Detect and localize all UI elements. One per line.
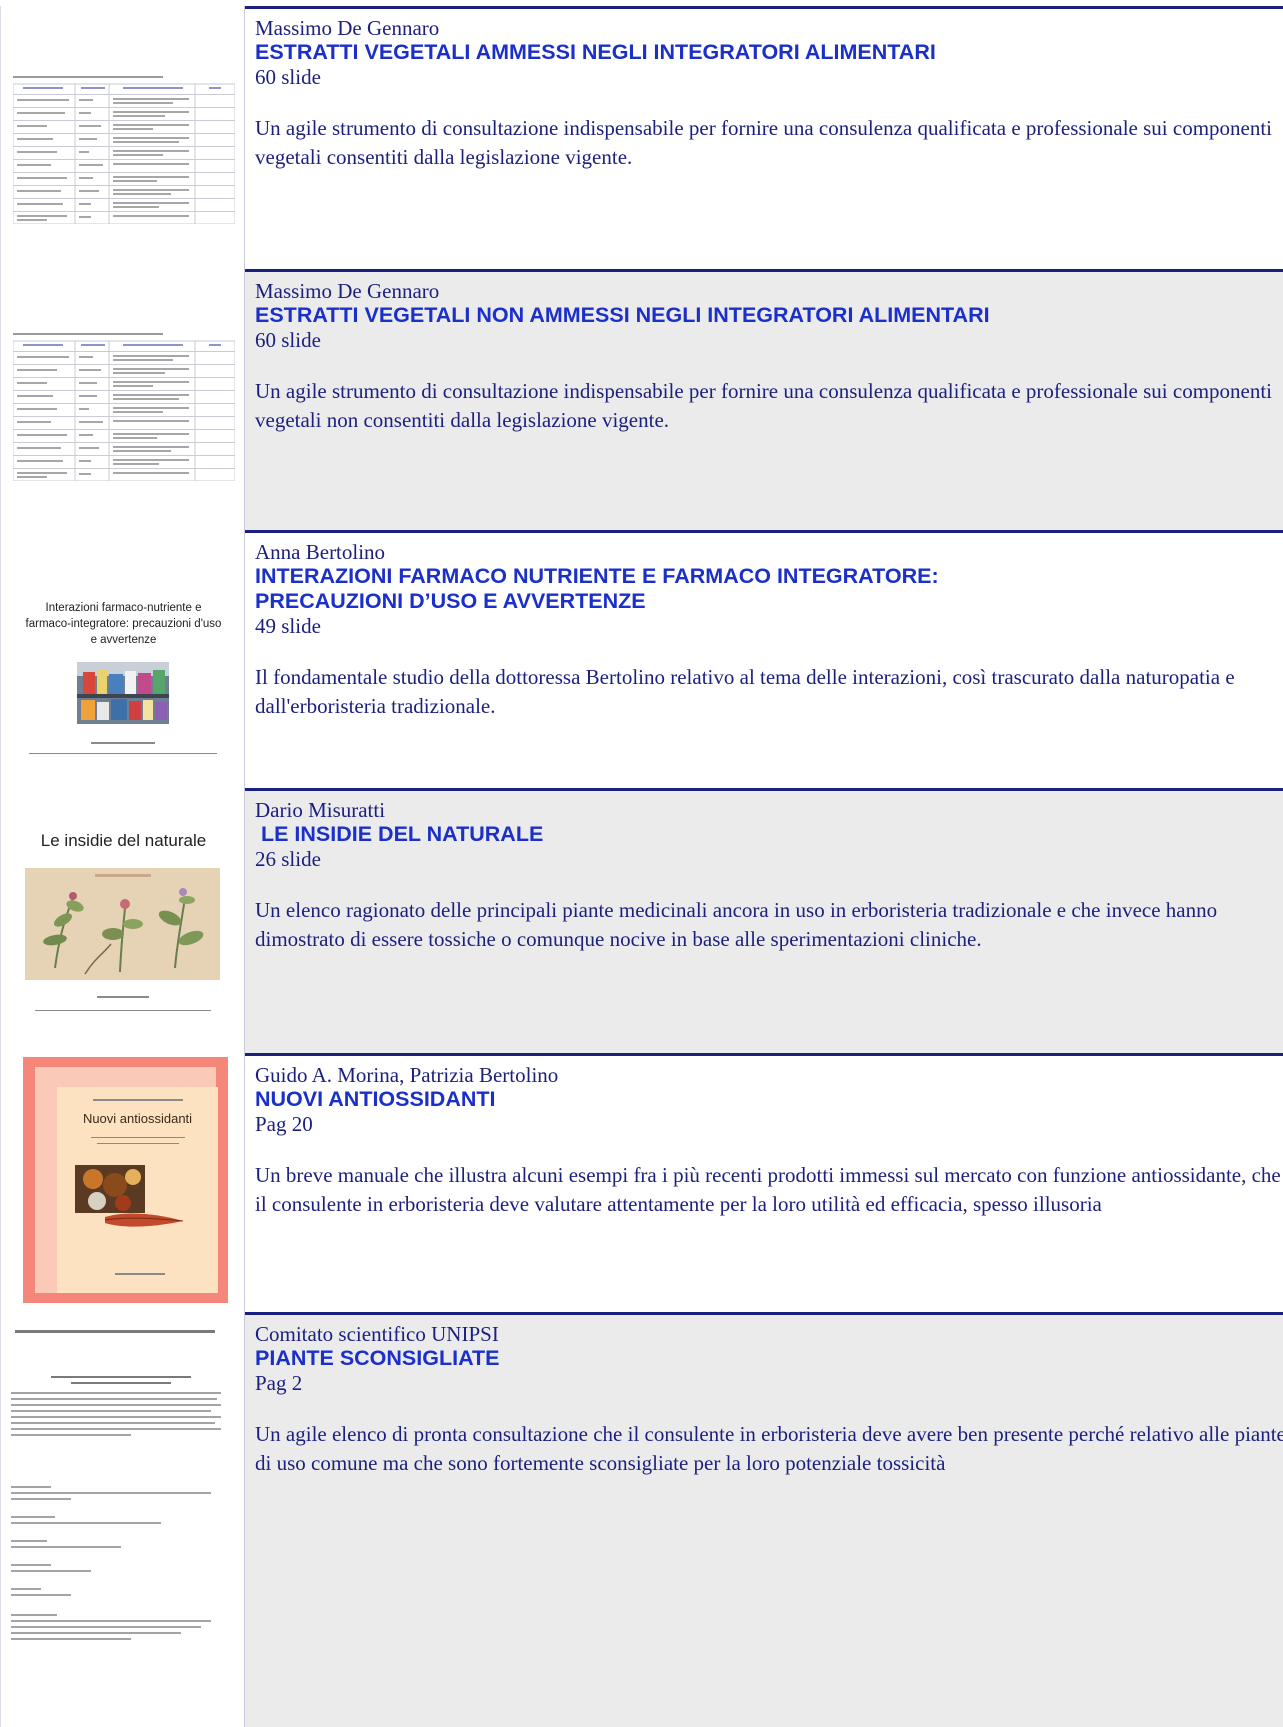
publication-title-link[interactable]: NUOVI ANTIOSSIDANTI <box>255 1087 1283 1112</box>
page-count: Pag 20 <box>255 1112 313 1136</box>
author-name: Dario Misuratti <box>255 798 386 822</box>
document-thumbnail[interactable] <box>0 1312 245 1727</box>
publication-title-link[interactable]: INTERAZIONI FARMACO NUTRIENTE E FARMACO … <box>255 564 1283 614</box>
document-thumbnail[interactable] <box>0 269 245 530</box>
publication-description: Un agile elenco di pronta consultazione … <box>255 1422 1283 1475</box>
page-count: Pag 2 <box>255 1371 303 1395</box>
publication-info: Dario Misuratti LE INSIDIE DEL NATURALE … <box>245 788 1283 1053</box>
thumbnail-title: Le insidie del naturale <box>40 831 207 850</box>
publication-description: Il fondamentale studio della dottoressa … <box>255 665 1235 718</box>
table-preview-image <box>13 74 235 224</box>
publication-info: Guido A. Morina, Patrizia Bertolino NUOV… <box>245 1053 1283 1312</box>
thumbnail-title: Interazioni farmaco-nutriente e farmaco-… <box>25 602 222 646</box>
publication-title-link[interactable]: ESTRATTI VEGETALI AMMESSI NEGLI INTEGRAT… <box>255 40 1283 65</box>
publication-entry: Nuovi antiossidanti Guido A. Morina, Pat… <box>0 1053 1283 1312</box>
publication-info: Comitato scientifico UNIPSI PIANTE SCONS… <box>245 1312 1283 1727</box>
publication-info: Massimo De Gennaro ESTRATTI VEGETALI AMM… <box>245 6 1283 269</box>
publication-entry: Comitato scientifico UNIPSI PIANTE SCONS… <box>0 1312 1283 1727</box>
document-thumbnail[interactable]: Le insidie del naturale <box>0 788 245 1053</box>
publication-entry: Le insidie del naturale Dario Misuratti … <box>0 788 1283 1053</box>
author-name: Guido A. Morina, Patrizia Bertolino <box>255 1063 559 1087</box>
publication-entry: Massimo De Gennaro ESTRATTI VEGETALI NON… <box>0 269 1283 530</box>
author-name: Massimo De Gennaro <box>255 16 440 40</box>
cover-title: Nuovi antiossidanti <box>82 1111 193 1126</box>
slide-count: 60 slide <box>255 65 321 89</box>
publication-description: Un agile strumento di consultazione indi… <box>255 379 1273 432</box>
publication-info: Anna Bertolino INTERAZIONI FARMACO NUTRI… <box>245 530 1283 788</box>
publication-entry: Interazioni farmaco-nutriente e farmaco-… <box>0 530 1283 788</box>
author-name: Massimo De Gennaro <box>255 279 440 303</box>
document-thumbnail[interactable] <box>0 6 245 269</box>
slide-count: 49 slide <box>255 614 321 638</box>
author-name: Comitato scientifico UNIPSI <box>255 1322 499 1346</box>
document-page-preview <box>11 1324 231 1714</box>
shelf-photo-image <box>77 662 169 724</box>
publication-title-link[interactable]: ESTRATTI VEGETALI NON AMMESSI NEGLI INTE… <box>255 303 1283 328</box>
publication-title-link[interactable]: PIANTE SCONSIGLIATE <box>255 1346 1283 1371</box>
publication-description: Un breve manuale che illustra alcuni ese… <box>255 1163 1281 1216</box>
publication-description: Un agile strumento di consultazione indi… <box>255 116 1273 169</box>
botanical-illustration-image <box>25 868 220 980</box>
table-preview-image <box>13 331 235 481</box>
publication-info: Massimo De Gennaro ESTRATTI VEGETALI NON… <box>245 269 1283 530</box>
slide-count: 26 slide <box>255 847 321 871</box>
spices-photo-image <box>75 1165 184 1227</box>
document-thumbnail[interactable]: Interazioni farmaco-nutriente e farmaco-… <box>0 530 245 788</box>
document-thumbnail[interactable]: Nuovi antiossidanti <box>0 1053 245 1312</box>
slide-count: 60 slide <box>255 328 321 352</box>
publication-entry: Massimo De Gennaro ESTRATTI VEGETALI AMM… <box>0 6 1283 269</box>
book-cover: Nuovi antiossidanti <box>23 1057 228 1303</box>
author-name: Anna Bertolino <box>255 540 386 564</box>
publication-title-link[interactable]: LE INSIDIE DEL NATURALE <box>255 822 1283 847</box>
publication-description: Un elenco ragionato delle principali pia… <box>255 898 1218 951</box>
